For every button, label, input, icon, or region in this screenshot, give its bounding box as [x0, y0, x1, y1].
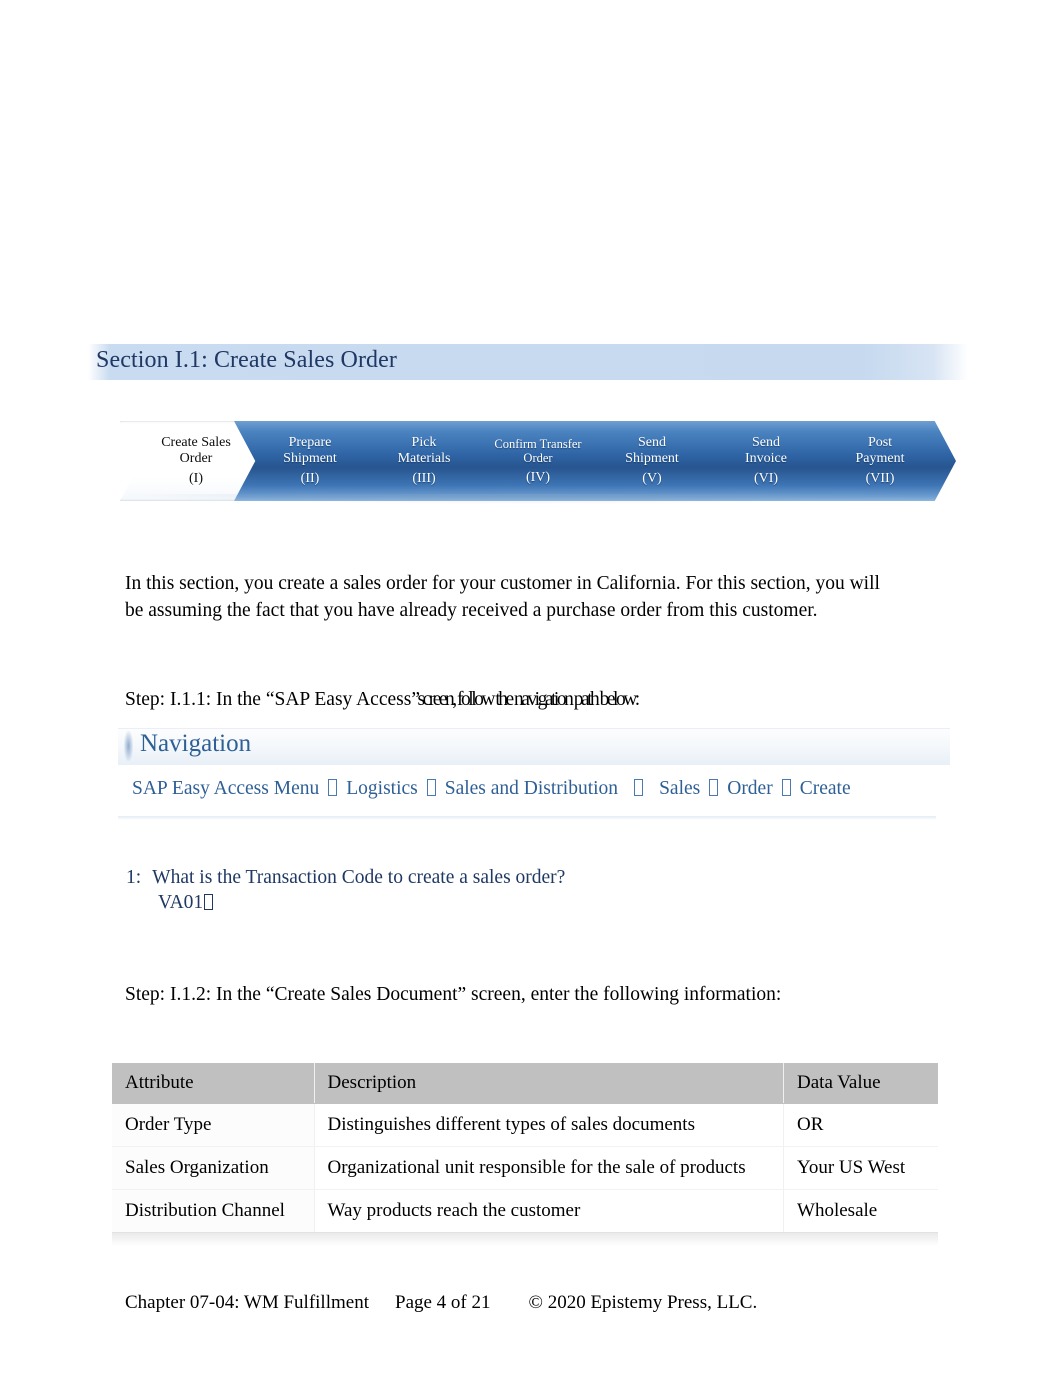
section-heading-band: Section I.1: Create Sales Order: [88, 344, 968, 380]
table-row: Order Type Distinguishes different types…: [112, 1103, 938, 1147]
nav-path-item-2[interactable]: Sales and Distribution: [445, 778, 618, 799]
intro-paragraph: In this section, you create a sales orde…: [125, 573, 880, 621]
nav-path-item-0[interactable]: SAP Easy Access Menu: [132, 778, 319, 799]
cell-description: Way products reach the customer: [314, 1189, 785, 1233]
cell-description: Organizational unit responsible for the …: [314, 1146, 785, 1190]
nav-arrow-icon: [781, 779, 791, 796]
table-header-row: Attribute Description Data Value: [112, 1063, 938, 1104]
flow-step-1-line2: Order: [179, 450, 213, 466]
process-flow-diagram: Create Sales Order (I) Prepare Shipment …: [120, 421, 956, 501]
flow-step-4-numeral: (IV): [525, 469, 551, 485]
question-number: 1:: [126, 867, 142, 888]
cell-attribute: Sales Organization: [112, 1146, 315, 1190]
nav-arrow-icon: [634, 779, 644, 796]
flow-step-2-line1: Prepare: [288, 434, 332, 450]
step-1-1-1-suffix: ”screen, follow the navigation path belo…: [411, 689, 640, 710]
table-header-data-value: Data Value: [783, 1063, 938, 1104]
flow-step-7-line2: Payment: [855, 450, 905, 466]
cell-data-value: Your US West: [783, 1146, 938, 1190]
question-text: What is the Transaction Code to create a…: [152, 867, 566, 888]
step-1-1-1-prefix: Step: I.1.1: In the “SAP Easy Access: [125, 689, 412, 710]
table-header-description: Description: [314, 1063, 785, 1104]
nav-path-item-3[interactable]: Sales: [659, 778, 700, 799]
nav-path-item-5[interactable]: Create: [800, 778, 851, 799]
missing-glyph-icon: [204, 894, 214, 910]
table-row: Distribution Channel Way products reach …: [112, 1189, 938, 1233]
flow-step-6-line1: Send: [752, 434, 780, 450]
navigation-box: Navigation SAP Easy Access Menu Logistics…: [118, 728, 950, 820]
nav-arrow-icon: [709, 779, 719, 796]
question-line: 1: What is the Transaction Code to create…: [126, 864, 565, 892]
flow-step-3-numeral: (III): [412, 471, 436, 487]
flow-step-7: Post Payment (VII): [804, 421, 956, 501]
flow-step-3-line1: Pick: [411, 434, 437, 450]
navigation-header: Navigation: [118, 728, 950, 765]
cell-data-value: Wholesale: [783, 1189, 938, 1233]
attributes-table: Attribute Description Data Value Order T…: [112, 1063, 938, 1233]
flow-step-6-line2: Invoice: [745, 450, 787, 466]
flow-step-4-line1: Confirm Transfer: [494, 436, 582, 451]
answer-line[interactable]: VA01: [158, 892, 214, 914]
step-1-1-2-text: Step: I.1.2: In the “Create Sales Docume…: [125, 984, 782, 1005]
cell-description: Distinguishes different types of sales d…: [314, 1103, 785, 1147]
navigation-marker-icon: [124, 731, 133, 761]
nav-arrow-icon: [426, 779, 436, 796]
step-1-1-1-text: Step: I.1.1: In the “SAP Easy Access”scr…: [125, 686, 925, 713]
cell-attribute: Order Type: [112, 1103, 315, 1147]
flow-step-3-line2: Materials: [397, 450, 451, 466]
flow-step-1-line1: Create Sales: [161, 434, 231, 450]
footer-page-number: Page 4 of 21: [395, 1292, 491, 1313]
table-row: Sales Organization Organizational unit r…: [112, 1146, 938, 1190]
answer-value: VA01: [158, 892, 204, 913]
page-title: Section I.1: Create Sales Order: [96, 347, 398, 373]
footer-chapter: Chapter 07-04: WM Fulfillment: [125, 1292, 369, 1313]
table-drop-shadow: [112, 1232, 938, 1246]
footer-copyright: © 2020 Epistemy Press, LLC.: [528, 1292, 758, 1313]
flow-step-2-line2: Shipment: [283, 450, 337, 466]
flow-step-1-numeral: (I): [189, 471, 203, 487]
flow-step-6-numeral: (VI): [753, 471, 779, 487]
nav-path-item-1[interactable]: Logistics: [346, 778, 418, 799]
flow-step-5-line1: Send: [638, 434, 666, 450]
flow-step-7-line1: Post: [867, 434, 893, 450]
flow-step-7-numeral: (VII): [865, 471, 895, 487]
nav-arrow-icon: [328, 779, 338, 796]
cell-data-value: OR: [783, 1103, 938, 1147]
flow-drop-shadow: [128, 494, 934, 504]
flow-step-5-line2: Shipment: [625, 450, 679, 466]
navigation-title: Navigation: [140, 730, 252, 757]
navigation-underline: [118, 816, 936, 820]
cell-attribute: Distribution Channel: [112, 1189, 315, 1233]
table-header-attribute: Attribute: [112, 1063, 315, 1104]
flow-step-5-numeral: (V): [642, 471, 662, 487]
page-footer: Chapter 07-04: WM Fulfillment Page 4 of 2…: [125, 1292, 757, 1314]
flow-step-2-numeral: (II): [300, 471, 320, 487]
flow-step-4-line2: Order: [523, 450, 553, 465]
navigation-path: SAP Easy Access Menu Logistics Sales and D…: [132, 778, 950, 800]
nav-path-item-4[interactable]: Order: [727, 778, 772, 799]
